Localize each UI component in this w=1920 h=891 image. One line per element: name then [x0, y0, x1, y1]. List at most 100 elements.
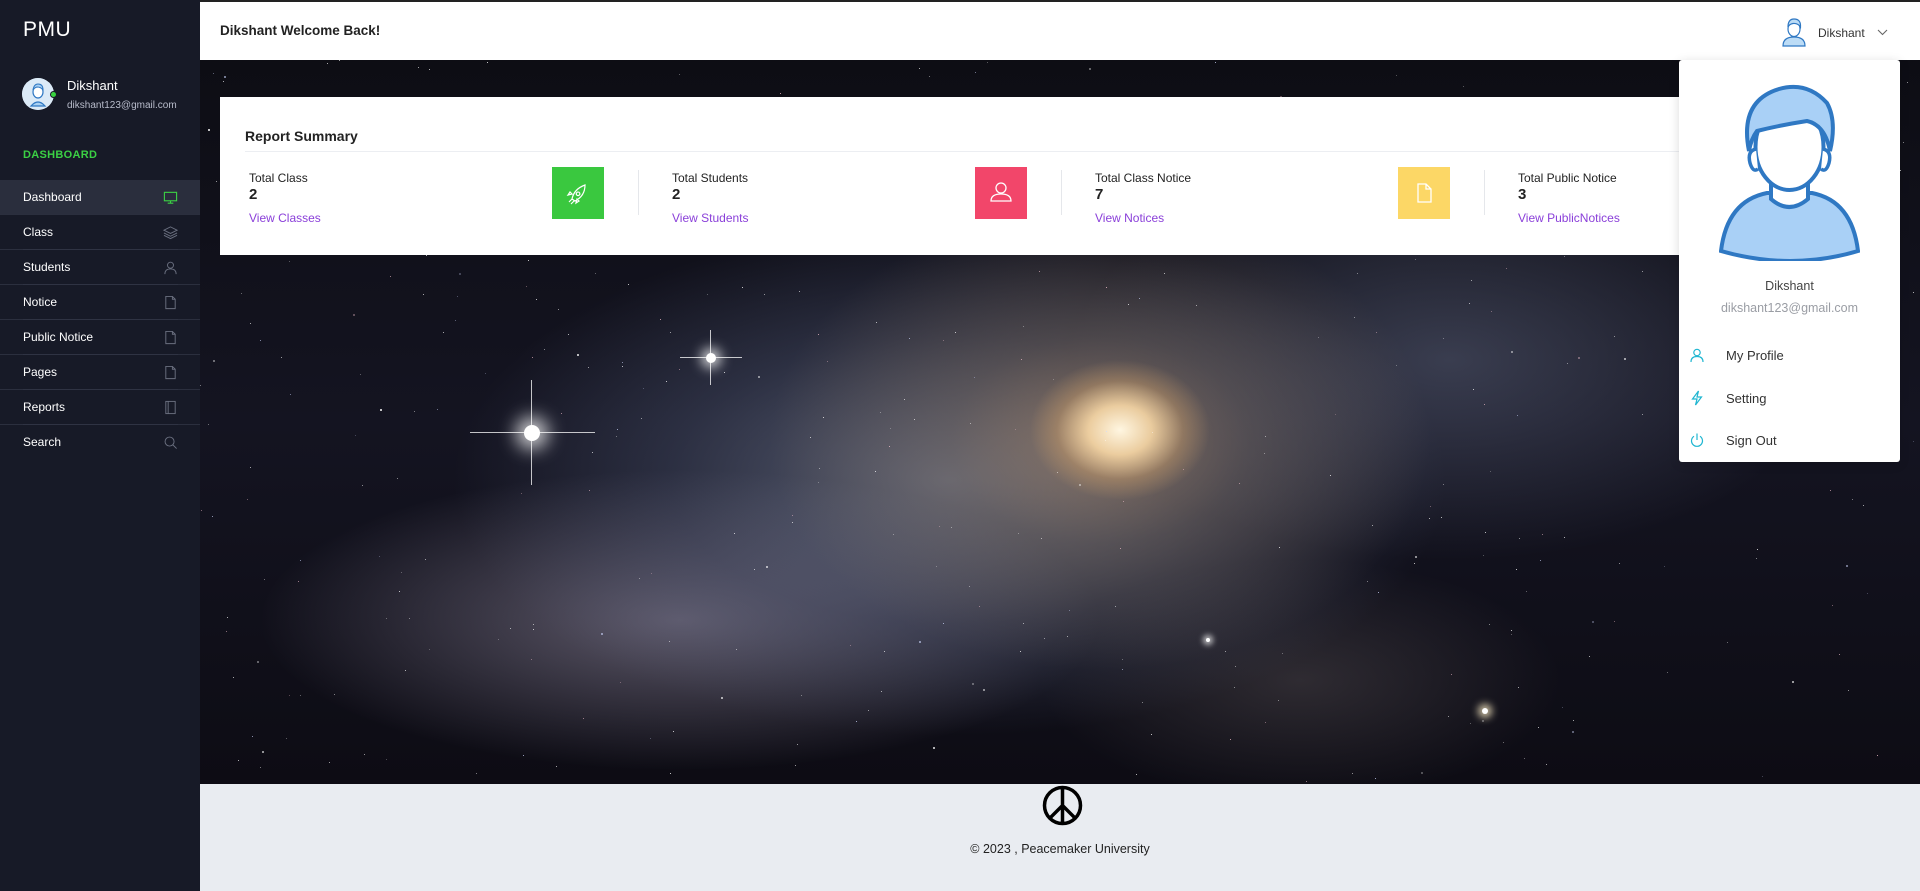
background-star	[1015, 429, 1016, 430]
background-star	[1867, 593, 1868, 594]
background-star	[673, 731, 674, 732]
sidebar: PMU Dikshant dikshant123@gmail.com DASHB…	[0, 0, 200, 891]
background-star	[936, 566, 937, 567]
background-star	[721, 697, 723, 699]
background-star	[226, 631, 227, 632]
background-star	[801, 695, 802, 696]
sign-out-menu-item[interactable]: Sign Out	[1689, 427, 1889, 453]
background-star	[951, 527, 952, 528]
background-star	[1115, 606, 1116, 607]
user-icon	[1690, 348, 1704, 363]
sidebar-item-pages[interactable]: Pages	[0, 355, 200, 390]
background-star	[795, 765, 796, 766]
background-star	[1519, 538, 1520, 539]
dropdown-user-email: dikshant123@gmail.com	[1720, 301, 1859, 315]
background-star	[1367, 581, 1368, 582]
background-star	[1375, 778, 1376, 779]
background-star	[233, 677, 234, 678]
sidebar-item-label: Students	[23, 260, 71, 274]
background-star	[1667, 672, 1668, 673]
report-summary-title: Report Summary	[245, 128, 358, 144]
background-star	[780, 93, 781, 94]
stat-total-class-notice: Total Class Notice 7 View Notices	[1095, 164, 1495, 230]
background-star	[620, 682, 621, 683]
star-flare	[531, 380, 532, 485]
background-star	[1123, 501, 1124, 502]
view-notices-link[interactable]: View Notices	[1095, 211, 1164, 225]
background-star	[241, 293, 242, 294]
background-star	[1511, 630, 1512, 631]
sidebar-user[interactable]: Dikshant dikshant123@gmail.com	[22, 78, 197, 114]
header-user-menu[interactable]: Dikshant	[1780, 17, 1890, 49]
background-star	[457, 296, 458, 297]
view-students-link[interactable]: View Students	[672, 211, 749, 225]
background-star	[353, 314, 355, 316]
top-header: Dikshant Welcome Back! Dikshant	[200, 0, 1920, 60]
background-star	[1762, 776, 1763, 777]
background-star	[577, 354, 579, 356]
background-star	[360, 374, 361, 375]
brand-logo[interactable]: PMU	[23, 18, 71, 42]
background-star	[281, 357, 282, 358]
stat-value: 2	[249, 186, 258, 203]
background-star	[641, 418, 642, 419]
stat-label: Total Class Notice	[1095, 171, 1192, 185]
background-star	[200, 385, 201, 386]
stat-icon-tile	[975, 167, 1027, 219]
background-star	[1470, 723, 1471, 724]
sidebar-item-dashboard[interactable]: Dashboard	[0, 180, 200, 215]
background-star	[1490, 471, 1491, 472]
background-star	[1234, 687, 1235, 688]
sidebar-item-reports[interactable]: Reports	[0, 390, 200, 425]
background-star	[1215, 62, 1216, 63]
bright-star	[524, 425, 540, 441]
my-profile-menu-item[interactable]: My Profile	[1689, 342, 1889, 368]
sidebar-item-class[interactable]: Class	[0, 215, 200, 250]
rocket-icon	[566, 184, 586, 205]
background-star	[262, 751, 264, 753]
background-star	[476, 773, 477, 774]
sidebar-item-students[interactable]: Students	[0, 250, 200, 285]
background-star	[1396, 75, 1397, 76]
background-star	[1041, 538, 1042, 539]
background-star	[1239, 483, 1240, 484]
background-star	[252, 736, 253, 737]
sidebar-item-public-notice[interactable]: Public Notice	[0, 320, 200, 355]
stat-label: Total Students	[672, 171, 749, 185]
background-star	[327, 63, 328, 64]
background-star	[213, 360, 215, 362]
star-flare	[470, 432, 595, 433]
search-icon	[164, 436, 177, 449]
background-star	[264, 579, 265, 580]
view-public-notices-link[interactable]: View PublicNotices	[1518, 211, 1620, 225]
background-star	[670, 773, 671, 774]
background-star	[1067, 636, 1068, 637]
background-star	[893, 534, 894, 535]
view-classes-link[interactable]: View Classes	[249, 211, 321, 225]
sidebar-item-notice[interactable]: Notice	[0, 285, 200, 320]
background-star	[764, 294, 765, 295]
online-status-dot	[50, 91, 57, 98]
background-star	[643, 388, 644, 389]
lightning-icon	[1691, 390, 1703, 406]
background-star	[1053, 379, 1054, 380]
background-star	[1164, 273, 1165, 274]
setting-menu-item[interactable]: Setting	[1689, 385, 1889, 411]
background-star	[223, 81, 224, 82]
background-star	[943, 340, 944, 341]
background-star	[558, 309, 559, 310]
sidebar-nav: Dashboard Class Students Notice Public N…	[0, 180, 200, 460]
background-star	[1225, 651, 1226, 652]
background-star	[1142, 702, 1143, 703]
background-star	[339, 60, 340, 61]
background-star	[914, 419, 915, 420]
background-star	[1572, 731, 1574, 733]
background-star	[1538, 727, 1539, 728]
background-star	[880, 412, 881, 413]
sidebar-item-label: Dashboard	[23, 190, 82, 204]
sidebar-item-search[interactable]: Search	[0, 425, 200, 460]
background-star	[1396, 365, 1397, 366]
stat-separator	[1061, 170, 1062, 215]
background-star	[1614, 336, 1615, 337]
stat-separator	[1484, 170, 1485, 215]
